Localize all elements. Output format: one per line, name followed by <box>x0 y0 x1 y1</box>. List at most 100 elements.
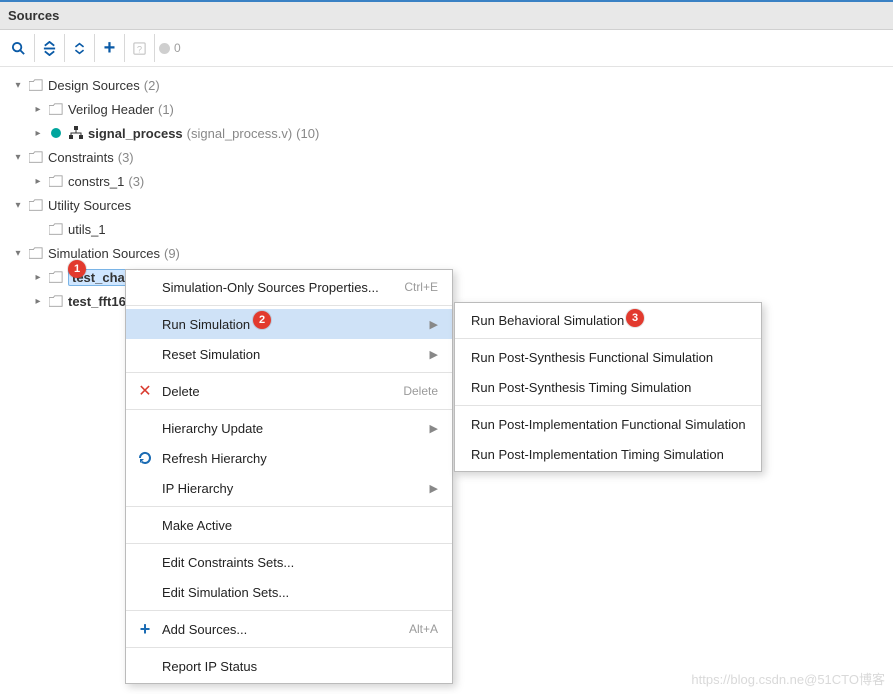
menu-run-ps-functional[interactable]: Run Post-Synthesis Functional Simulation <box>455 342 761 372</box>
tree-node-constrs1[interactable]: ▸ constrs_1 (3) <box>4 169 889 193</box>
annotation-badge-2: 2 <box>253 311 271 329</box>
menu-run-pi-timing[interactable]: Run Post-Implementation Timing Simulatio… <box>455 439 761 469</box>
watermark-text: https://blog.csdn.ne@51CTO博客 <box>691 669 885 688</box>
menu-separator <box>126 647 452 648</box>
submenu-arrow-icon: ▶ <box>412 482 438 495</box>
tree-label: utils_1 <box>68 222 106 237</box>
submenu-run-simulation: Run Behavioral Simulation Run Post-Synth… <box>454 302 762 472</box>
menu-reset-simulation[interactable]: Reset Simulation ▶ <box>126 339 452 369</box>
folder-icon <box>48 293 64 309</box>
menu-label: Reset Simulation <box>162 347 404 362</box>
folder-icon <box>28 149 44 165</box>
menu-label: Run Simulation <box>162 317 404 332</box>
menu-run-behavioral[interactable]: Run Behavioral Simulation <box>455 305 761 335</box>
tree-label: Constraints <box>48 150 114 165</box>
tree-count: (3) <box>118 150 134 165</box>
tree-node-design-sources[interactable]: ▾ Design Sources (2) <box>4 73 889 97</box>
chevron-right-icon[interactable]: ▸ <box>30 125 46 141</box>
menu-separator <box>126 409 452 410</box>
menu-make-active[interactable]: Make Active <box>126 510 452 540</box>
menu-label: Edit Constraints Sets... <box>162 555 438 570</box>
delete-icon: ✕ <box>136 381 154 401</box>
status-dot-icon <box>154 34 172 62</box>
menu-edit-simulation-sets[interactable]: Edit Simulation Sets... <box>126 577 452 607</box>
menu-edit-constraints[interactable]: Edit Constraints Sets... <box>126 547 452 577</box>
chevron-right-icon[interactable]: ▸ <box>30 269 46 285</box>
menu-separator <box>126 372 452 373</box>
menu-label: Delete <box>162 384 395 399</box>
chevron-right-icon[interactable]: ▸ <box>30 293 46 309</box>
folder-icon <box>48 101 64 117</box>
tree-label: test_fft16 <box>68 294 126 309</box>
sources-toolbar: + ? 0 <box>0 30 893 67</box>
tree-node-verilog-header[interactable]: ▸ Verilog Header (1) <box>4 97 889 121</box>
tree-label: Design Sources <box>48 78 140 93</box>
menu-ip-hierarchy[interactable]: IP Hierarchy ▶ <box>126 473 452 503</box>
tree-label: signal_process <box>88 126 183 141</box>
menu-delete[interactable]: ✕ Delete Delete <box>126 376 452 406</box>
menu-separator <box>126 305 452 306</box>
chevron-down-icon[interactable]: ▾ <box>10 77 26 93</box>
help-icon[interactable]: ? <box>124 34 152 62</box>
menu-label: Hierarchy Update <box>162 421 404 436</box>
menu-label: Refresh Hierarchy <box>162 451 438 466</box>
annotation-badge-3: 3 <box>626 309 644 327</box>
folder-icon <box>28 245 44 261</box>
chevron-right-icon[interactable]: ▸ <box>30 101 46 117</box>
collapse-all-icon[interactable] <box>34 34 62 62</box>
search-icon[interactable] <box>4 34 32 62</box>
menu-label: Report IP Status <box>162 659 438 674</box>
submenu-arrow-icon: ▶ <box>412 422 438 435</box>
menu-run-simulation[interactable]: Run Simulation ▶ <box>126 309 452 339</box>
chevron-down-icon[interactable]: ▾ <box>10 149 26 165</box>
tree-node-constraints[interactable]: ▾ Constraints (3) <box>4 145 889 169</box>
tree-count: (3) <box>128 174 144 189</box>
menu-report-ip-status[interactable]: Report IP Status <box>126 651 452 681</box>
menu-label: Add Sources... <box>162 622 401 637</box>
menu-label: IP Hierarchy <box>162 481 404 496</box>
top-module-icon <box>48 125 64 141</box>
menu-shortcut: Delete <box>403 384 438 398</box>
add-icon: + <box>136 619 154 640</box>
refresh-icon <box>136 450 154 466</box>
message-count: 0 <box>174 41 181 55</box>
menu-label: Run Behavioral Simulation <box>465 313 747 328</box>
menu-shortcut: Alt+A <box>409 622 438 636</box>
menu-label: Make Active <box>162 518 438 533</box>
menu-run-pi-functional[interactable]: Run Post-Implementation Functional Simul… <box>455 409 761 439</box>
tree-count: (10) <box>296 126 319 141</box>
annotation-badge-1: 1 <box>68 260 86 278</box>
tree-count: (2) <box>144 78 160 93</box>
tree-spacer <box>30 221 46 237</box>
submenu-arrow-icon: ▶ <box>412 318 438 331</box>
menu-label: Simulation-Only Sources Properties... <box>162 280 396 295</box>
tree-label: constrs_1 <box>68 174 124 189</box>
tree-node-simulation-sources[interactable]: ▾ Simulation Sources (9) <box>4 241 889 265</box>
context-menu: Simulation-Only Sources Properties... Ct… <box>125 269 453 684</box>
add-icon[interactable]: + <box>94 34 122 62</box>
menu-hierarchy-update[interactable]: Hierarchy Update ▶ <box>126 413 452 443</box>
chevron-down-icon[interactable]: ▾ <box>10 245 26 261</box>
tree-label: Verilog Header <box>68 102 154 117</box>
chevron-right-icon[interactable]: ▸ <box>30 173 46 189</box>
tree-node-utils1[interactable]: utils_1 <box>4 217 889 241</box>
folder-icon <box>48 269 64 285</box>
panel-title: Sources <box>0 2 893 30</box>
menu-add-sources[interactable]: + Add Sources... Alt+A <box>126 614 452 644</box>
tree-node-signal-process[interactable]: ▸ signal_process (signal_process.v) (10) <box>4 121 889 145</box>
folder-icon <box>28 77 44 93</box>
tree-node-utility[interactable]: ▾ Utility Sources <box>4 193 889 217</box>
chevron-down-icon[interactable]: ▾ <box>10 197 26 213</box>
expand-all-icon[interactable] <box>64 34 92 62</box>
menu-label: Run Post-Implementation Timing Simulatio… <box>465 447 747 462</box>
tree-file: (signal_process.v) <box>187 126 293 141</box>
folder-icon <box>28 197 44 213</box>
submenu-arrow-icon: ▶ <box>412 348 438 361</box>
menu-label: Run Post-Synthesis Timing Simulation <box>465 380 747 395</box>
tree-count: (9) <box>164 246 180 261</box>
menu-refresh-hierarchy[interactable]: Refresh Hierarchy <box>126 443 452 473</box>
menu-sim-properties[interactable]: Simulation-Only Sources Properties... Ct… <box>126 272 452 302</box>
menu-run-ps-timing[interactable]: Run Post-Synthesis Timing Simulation <box>455 372 761 402</box>
menu-label: Run Post-Implementation Functional Simul… <box>465 417 747 432</box>
hierarchy-icon <box>68 125 84 141</box>
